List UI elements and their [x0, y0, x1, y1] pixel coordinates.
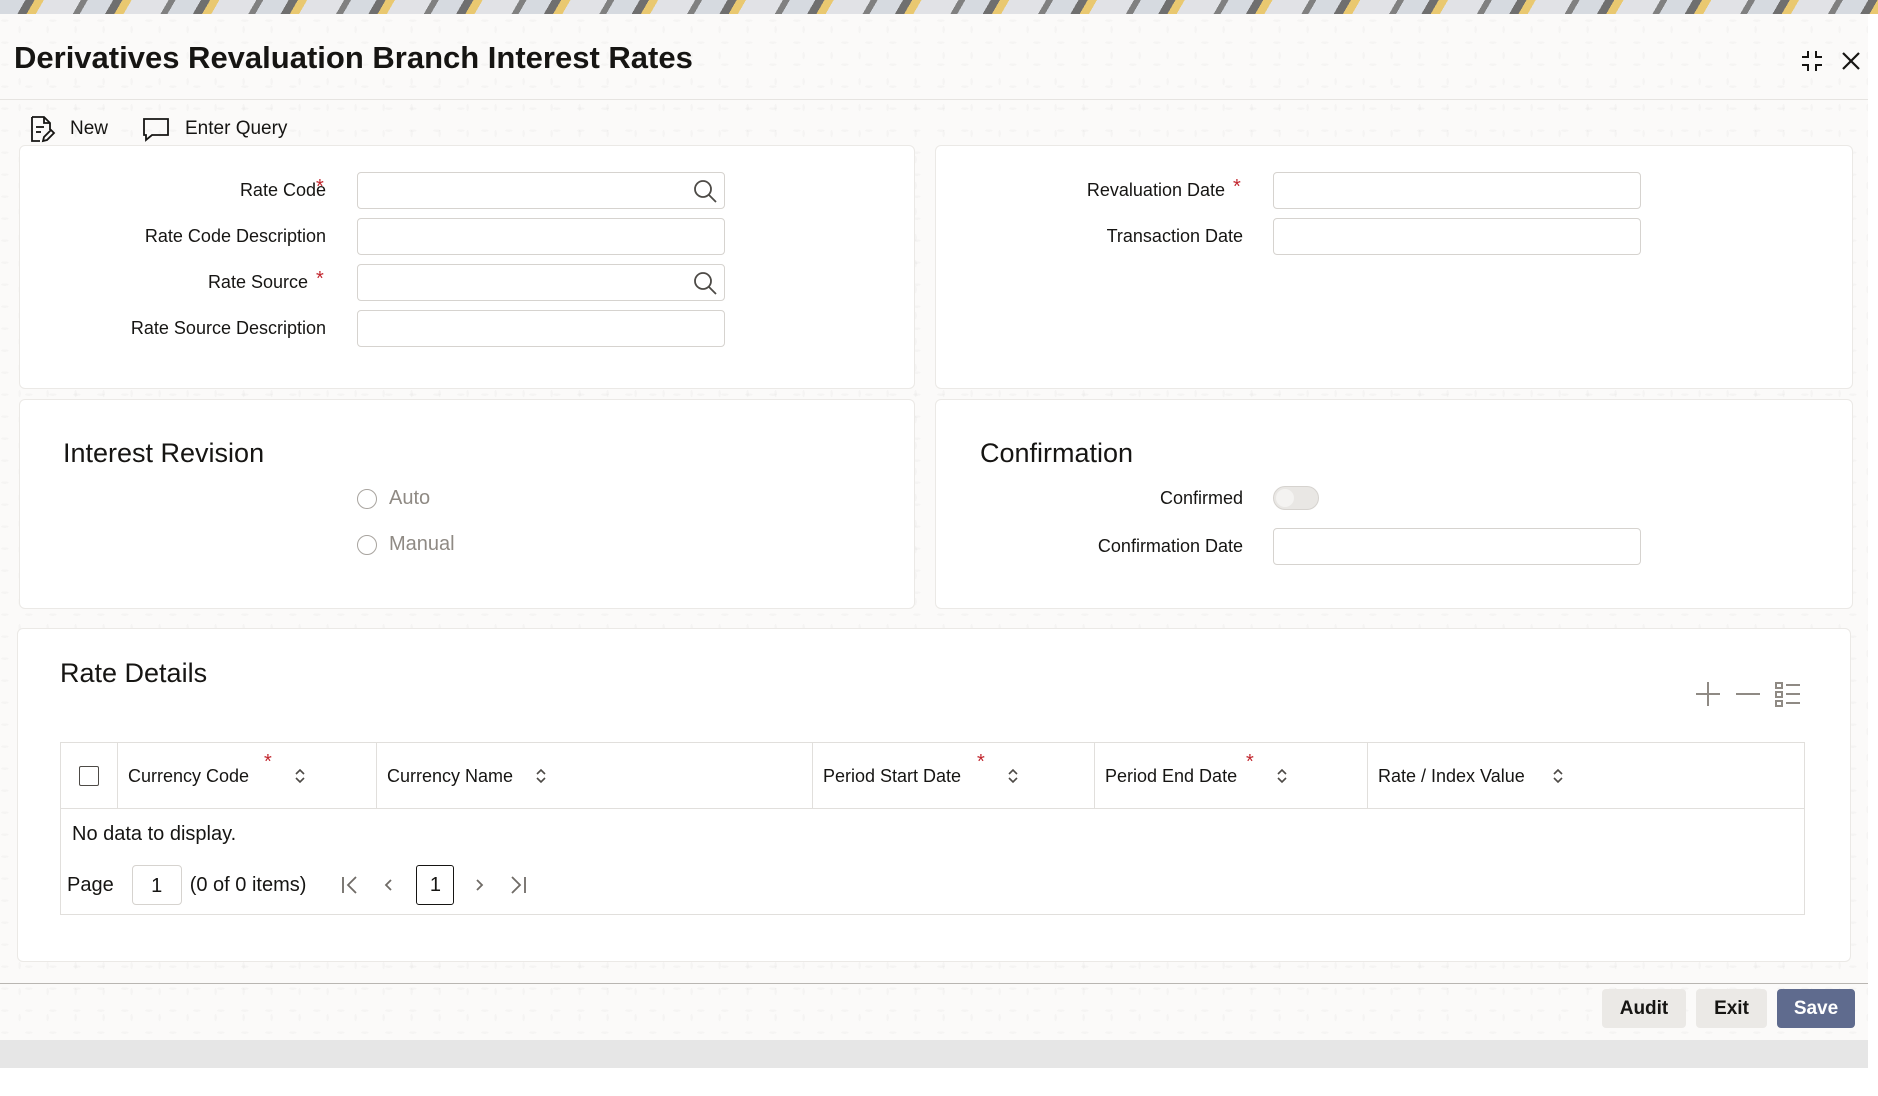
rate-code-description-label: Rate Code Description — [144, 226, 326, 246]
new-button[interactable]: New — [26, 112, 108, 146]
column-currency-name[interactable]: Currency Name — [377, 743, 813, 809]
delete-row-icon[interactable] — [1732, 678, 1764, 710]
column-label: Currency Code — [128, 765, 250, 786]
transaction-date-field[interactable] — [1273, 218, 1641, 255]
rate-source-description-label: Rate Source Description — [130, 318, 326, 338]
date-panel: Revaluation Date * Transaction Date — [935, 145, 1853, 389]
first-page-icon[interactable] — [336, 871, 364, 899]
minimize-icon[interactable] — [1797, 46, 1827, 76]
required-marker: * — [264, 751, 272, 773]
status-bar — [0, 1040, 1868, 1068]
previous-page-icon[interactable] — [374, 871, 402, 899]
empty-table-message: No data to display. — [72, 823, 237, 845]
next-page-icon[interactable] — [466, 871, 494, 899]
page-title: Derivatives Revaluation Branch Interest … — [14, 40, 693, 75]
column-label: Period Start Date — [823, 765, 962, 786]
transaction-date-label: Transaction Date — [1106, 226, 1243, 246]
radio-button[interactable] — [357, 488, 377, 509]
confirmation-title: Confirmation — [980, 438, 1134, 468]
sort-icon[interactable] — [1006, 767, 1020, 785]
confirmation-date-label: Confirmation Date — [1097, 536, 1243, 556]
new-button-label: New — [70, 118, 109, 139]
required-marker: * — [316, 176, 324, 198]
column-label: Rate / Index Value — [1378, 765, 1525, 786]
window: Derivatives Revaluation Branch Interest … — [0, 14, 1868, 1068]
rate-source-input[interactable] — [357, 264, 725, 301]
column-period-start-date[interactable]: Period Start Date * — [813, 743, 1095, 809]
header-divider — [0, 99, 1868, 100]
radio-manual[interactable]: Manual — [357, 533, 455, 556]
select-all-checkbox[interactable] — [79, 766, 99, 786]
audit-button[interactable]: Audit — [1602, 989, 1686, 1028]
footer-divider — [0, 983, 1868, 984]
rate-code-input[interactable] — [357, 172, 725, 209]
required-marker: * — [1246, 751, 1254, 773]
query-icon — [143, 118, 169, 142]
select-all-column — [61, 743, 118, 809]
current-page-button[interactable]: 1 — [416, 865, 455, 905]
radio-button[interactable] — [357, 534, 377, 555]
revaluation-date-label: Revaluation Date — [1086, 180, 1225, 200]
radio-manual-label: Manual — [389, 533, 455, 555]
radio-auto-label: Auto — [389, 487, 431, 509]
add-row-icon[interactable] — [1692, 678, 1724, 710]
column-label: Currency Name — [387, 765, 514, 786]
rate-details-table: Currency Code * Currency Name Period Sta… — [60, 742, 1805, 915]
required-marker: * — [977, 751, 985, 773]
revaluation-date-field[interactable] — [1273, 172, 1641, 209]
required-marker: * — [316, 268, 324, 290]
pagination: Page 1 (0 of 0 items) 1 — [67, 865, 542, 905]
exit-button[interactable]: Exit — [1696, 989, 1767, 1028]
column-period-end-date[interactable]: Period End Date * — [1095, 743, 1368, 809]
sort-icon[interactable] — [1551, 767, 1565, 785]
interest-revision-panel: Interest Revision Auto Manual — [19, 399, 915, 609]
sort-icon[interactable] — [534, 767, 548, 785]
interest-revision-title: Interest Revision — [63, 438, 265, 468]
column-currency-code[interactable]: Currency Code * — [118, 743, 377, 809]
page-number-input[interactable]: 1 — [131, 865, 182, 905]
window-top-strip — [0, 0, 1878, 14]
sort-icon[interactable] — [293, 767, 307, 785]
confirmed-toggle[interactable] — [1273, 486, 1319, 510]
page-label: Page — [67, 873, 114, 896]
confirmation-panel: Confirmation Confirmed Confirmation Date — [935, 399, 1853, 609]
enter-query-button[interactable]: Enter Query — [141, 112, 287, 146]
rate-panel: Rate Code * Rate Code Description Rate S… — [19, 145, 915, 389]
enter-query-label: Enter Query — [185, 118, 288, 139]
new-document-icon — [31, 116, 56, 143]
confirmation-date-field[interactable] — [1273, 528, 1641, 565]
column-rate-index-value[interactable]: Rate / Index Value — [1368, 743, 1804, 809]
radio-auto[interactable]: Auto — [357, 487, 430, 510]
save-button[interactable]: Save — [1777, 989, 1855, 1028]
rate-code-description-field[interactable] — [357, 218, 725, 255]
search-icon[interactable] — [692, 270, 718, 296]
rate-details-title: Rate Details — [60, 658, 208, 688]
rate-source-label: Rate Source — [207, 272, 308, 292]
items-summary: (0 of 0 items) — [189, 873, 307, 896]
required-marker: * — [1233, 176, 1241, 198]
search-icon[interactable] — [692, 178, 718, 204]
confirmed-label: Confirmed — [1159, 488, 1243, 508]
sort-icon[interactable] — [1275, 767, 1289, 785]
column-label: Period End Date — [1105, 765, 1238, 786]
table-actions — [1692, 678, 1804, 710]
rate-code-label: Rate Code — [239, 180, 326, 200]
table-header: Currency Code * Currency Name Period Sta… — [61, 743, 1804, 809]
close-icon[interactable] — [1836, 46, 1866, 76]
last-page-icon[interactable] — [504, 871, 532, 899]
single-view-icon[interactable] — [1772, 678, 1804, 710]
rate-source-description-field[interactable] — [357, 310, 725, 347]
